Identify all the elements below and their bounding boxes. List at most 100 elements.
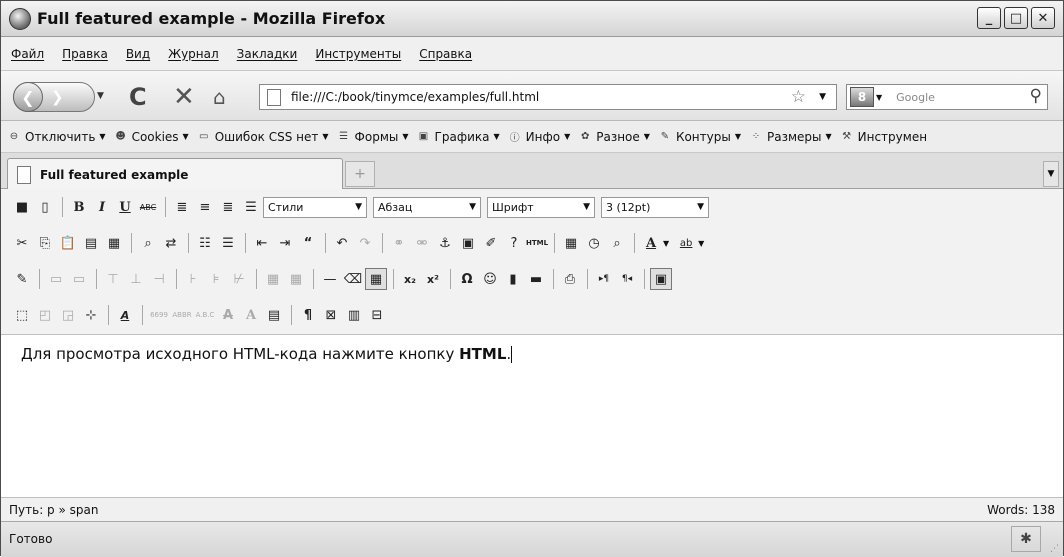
chevron-down-icon[interactable]: ▼ [663,239,669,248]
style-props-icon[interactable]: A [114,304,136,326]
dev-outline-menu[interactable]: ✎ Контуры ▼ [658,130,741,144]
url-text[interactable]: file:///C:/book/tinymce/examples/full.ht… [291,90,539,104]
firebug-icon[interactable]: ✱ [1011,526,1041,552]
menu-edit[interactable]: Правка [62,47,108,61]
forward-button[interactable]: ❯ [51,88,64,106]
search-bar[interactable]: 8 ▼ Google ⚲ [846,84,1048,110]
absolute-position-icon[interactable]: ⊹ [80,304,102,326]
insert-time-icon[interactable]: ◷ [583,232,605,254]
format-select[interactable]: Абзац ▼ [373,196,481,218]
abbreviation-icon[interactable]: ABBR [171,304,193,326]
back-button[interactable]: ❮ [13,82,43,112]
html-source-icon[interactable]: HTML [526,232,548,254]
tab-full-featured-example[interactable]: Full featured example [7,158,343,190]
blockquote-icon[interactable]: “ [297,232,319,254]
undo-icon[interactable]: ↶ [331,232,353,254]
horizontal-rule-icon[interactable]: — [319,268,341,290]
link-icon[interactable]: ⚭ [388,232,410,254]
print-icon[interactable]: ⎙ [559,268,581,290]
delete-row-icon[interactable]: ⊣ [148,268,170,290]
row-props-icon[interactable]: ▭ [45,268,67,290]
dev-info-menu[interactable]: ⓘ Инфо ▼ [508,130,571,145]
paste-word-icon[interactable]: ▦ [103,232,125,254]
dev-misc-menu[interactable]: ✿ Разное ▼ [578,130,650,144]
stop-icon[interactable]: ✕ [173,82,195,112]
dev-disable-menu[interactable]: ⊖ Отключить ▼ [7,130,106,144]
insert-row-after-icon[interactable]: ⊥ [125,268,147,290]
replace-icon[interactable]: ⇄ [160,232,182,254]
search-engine-icon[interactable]: 8 [850,87,874,107]
history-dropdown-icon[interactable]: ▼ [97,91,104,101]
menu-view[interactable]: Вид [126,47,150,61]
reload-icon[interactable]: C [129,83,147,111]
image-icon[interactable]: ▣ [457,232,479,254]
search-input[interactable]: Google [896,91,935,104]
insert-date-icon[interactable]: ▦ [560,232,582,254]
remove-format-icon[interactable]: ⌫ [342,268,364,290]
dev-css-menu[interactable]: ▭ Ошибок CSS нет ▼ [197,130,329,144]
anchor-icon[interactable]: ⚓ [434,232,456,254]
unlink-icon[interactable]: ⚮ [411,232,433,254]
font-select[interactable]: Шрифт ▼ [487,196,595,218]
save-icon[interactable]: ■ [11,196,33,218]
indent-icon[interactable]: ⇥ [274,232,296,254]
chevron-down-icon[interactable]: ▼ [698,239,704,248]
acronym-icon[interactable]: A.B.C [194,304,216,326]
align-right-icon[interactable]: ≣ [217,196,239,218]
help-icon[interactable]: ? [503,232,525,254]
rtl-icon[interactable]: ¶◂ [616,268,638,290]
editor-content[interactable]: Для просмотра исходного HTML-кода нажмит… [1,335,1063,497]
bullet-list-icon[interactable]: ☷ [194,232,216,254]
content-paragraph[interactable]: Для просмотра исходного HTML-кода нажмит… [21,345,513,363]
delete-col-icon[interactable]: ⊬ [228,268,250,290]
paste-text-icon[interactable]: ▤ [80,232,102,254]
table-props-icon[interactable]: ✎ [11,268,33,290]
address-bar[interactable]: file:///C:/book/tinymce/examples/full.ht… [259,84,837,110]
italic-icon[interactable]: I [91,196,113,218]
numbered-list-icon[interactable]: ☰ [217,232,239,254]
underline-icon[interactable]: U [114,196,136,218]
font-size-select[interactable]: 3 (12pt) ▼ [601,196,709,218]
template-icon[interactable]: ▥ [343,304,365,326]
outdent-icon[interactable]: ⇤ [251,232,273,254]
split-cells-icon[interactable]: ▦ [262,268,284,290]
align-center-icon[interactable]: ≡ [194,196,216,218]
cell-props-icon[interactable]: ▭ [68,268,90,290]
visual-chars-icon[interactable]: ¶ [297,304,319,326]
menu-file[interactable]: Файл [11,47,44,61]
resize-grip-icon[interactable]: ⋰ [1050,544,1059,554]
cite-icon[interactable]: 6699 [148,304,170,326]
ltr-icon[interactable]: ▸¶ [593,268,615,290]
close-button[interactable]: ✕ [1031,7,1055,29]
subscript-icon[interactable]: x₂ [399,268,421,290]
dev-tools-menu[interactable]: ⚒ Инструмен [840,130,927,144]
background-color-icon[interactable]: ab [675,232,697,254]
menu-bookmarks[interactable]: Закладки [237,47,298,61]
dev-resize-menu[interactable]: ⁘ Размеры ▼ [749,130,832,144]
cleanup-icon[interactable]: ✐ [480,232,502,254]
insert-layer-icon[interactable]: ⬚ [11,304,33,326]
page-break-icon[interactable]: ⊟ [366,304,388,326]
home-icon[interactable]: ⌂ [213,85,226,109]
menu-tools[interactable]: Инструменты [315,47,401,61]
insert-text-icon[interactable]: A [240,304,262,326]
move-backward-icon[interactable]: ◲ [57,304,79,326]
text-color-icon[interactable]: A [640,232,662,254]
dev-forms-menu[interactable]: ☰ Формы ▼ [337,130,408,144]
list-all-tabs-button[interactable]: ▼ [1043,161,1059,187]
menu-history[interactable]: Журнал [168,47,219,61]
strikethrough-icon[interactable]: ABC [137,196,159,218]
minimize-button[interactable]: _ [977,7,1001,29]
dev-images-menu[interactable]: ▣ Графика ▼ [417,130,500,144]
url-dropdown-icon[interactable]: ▼ [819,92,826,102]
element-path[interactable]: Путь: p » span [9,503,98,517]
new-document-icon[interactable]: ▯ [34,196,56,218]
copy-icon[interactable]: ⎘ [34,232,56,254]
fullscreen-icon[interactable]: ▣ [650,268,672,290]
advanced-hr-icon[interactable]: ▬ [525,268,547,290]
new-tab-button[interactable]: + [345,161,375,187]
visual-aid-icon[interactable]: ▦ [365,268,387,290]
move-forward-icon[interactable]: ◰ [34,304,56,326]
special-char-icon[interactable]: Ω [456,268,478,290]
emoticons-icon[interactable]: ☺ [479,268,501,290]
